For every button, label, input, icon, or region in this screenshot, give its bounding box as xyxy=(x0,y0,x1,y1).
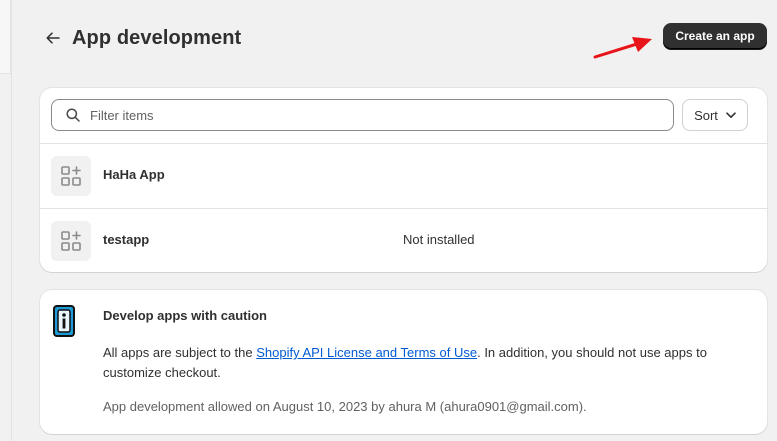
app-name: HaHa App xyxy=(103,167,165,182)
development-allowed-note: App development allowed on August 10, 20… xyxy=(103,399,587,414)
left-rail-divider xyxy=(11,0,12,441)
info-icon xyxy=(53,305,75,337)
filter-input[interactable] xyxy=(90,107,630,123)
filter-box[interactable] xyxy=(51,99,674,131)
annotation-arrow xyxy=(593,37,652,59)
sort-label: Sort xyxy=(694,107,718,123)
page-header: App development xyxy=(44,24,241,52)
left-rail xyxy=(0,0,12,441)
arrow-left-icon xyxy=(46,32,60,44)
caution-title: Develop apps with caution xyxy=(103,308,267,323)
caution-body: All apps are subject to the Shopify API … xyxy=(103,343,753,383)
search-icon xyxy=(66,108,80,122)
app-grid-icon xyxy=(61,231,81,251)
app-grid-icon xyxy=(61,166,81,186)
app-row-haha-app[interactable]: HaHa App xyxy=(40,143,767,207)
left-panel-edge xyxy=(0,0,11,74)
app-row-testapp[interactable]: testapp Not installed xyxy=(40,208,767,272)
create-app-button[interactable]: Create an app xyxy=(663,23,767,49)
app-thumbnail xyxy=(51,156,91,196)
apps-card: Sort HaHa App testapp Not xyxy=(40,88,767,272)
back-button[interactable] xyxy=(44,29,62,47)
page-title: App development xyxy=(72,26,242,49)
app-name: testapp xyxy=(103,232,150,247)
caution-text: All apps are subject to the xyxy=(103,345,257,360)
app-status: Not installed xyxy=(403,232,475,247)
caution-card: Develop apps with caution All apps are s… xyxy=(40,290,767,434)
app-thumbnail xyxy=(51,221,91,261)
sort-button[interactable]: Sort xyxy=(682,99,748,131)
api-license-link[interactable]: Shopify API License and Terms of Use xyxy=(256,345,477,360)
chevron-down-icon xyxy=(726,111,736,118)
